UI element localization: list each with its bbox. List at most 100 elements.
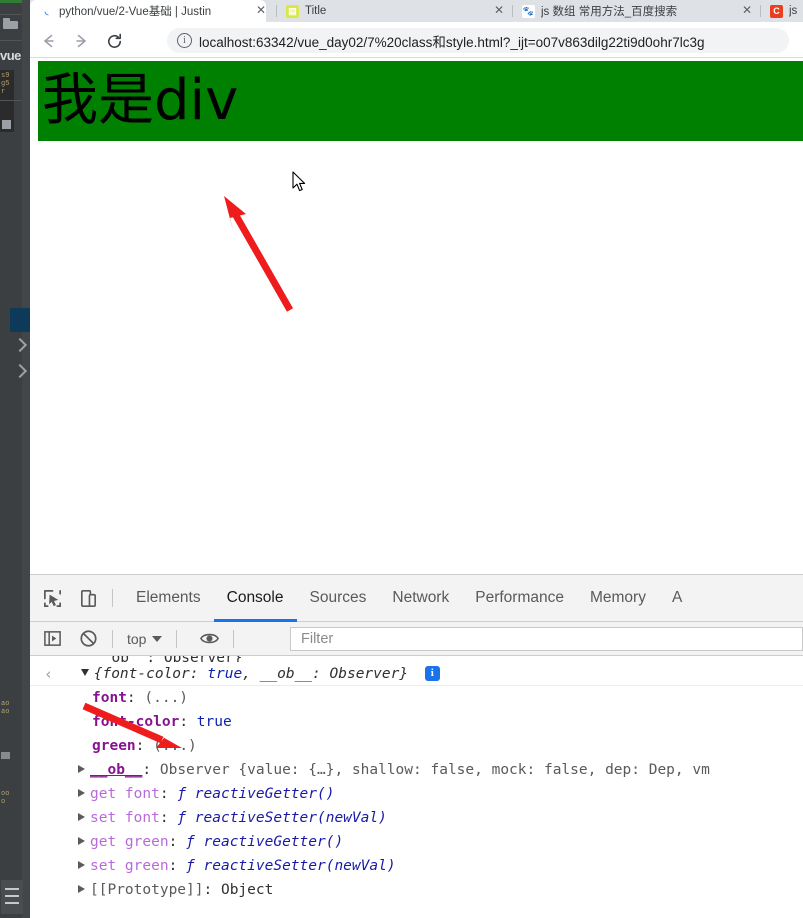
device-toolbar-button[interactable] — [74, 584, 102, 612]
console-info-badge[interactable]: i — [424, 666, 440, 681]
property-key: font — [92, 690, 127, 706]
ide-file-chip[interactable] — [2, 120, 11, 129]
annotation-arrow-1 — [224, 196, 294, 312]
property-value: Observer {value: {…}, shallow: false, mo… — [159, 762, 710, 778]
property-value[interactable]: (...) — [153, 738, 197, 754]
prototype-key: [[Prototype]] — [90, 882, 204, 898]
accessor-key: get font — [90, 786, 160, 802]
ide-project-label[interactable]: vue — [0, 48, 24, 63]
console-object-header[interactable]: ‹ {font-color: true, __ob__: Observer} i — [30, 662, 803, 686]
devtools-tab-elements[interactable]: Elements — [123, 575, 214, 622]
object-value-observer: Observer — [329, 666, 400, 682]
tab-close-button-3[interactable]: ✕ — [741, 4, 753, 17]
ide-top-accent — [0, 0, 22, 3]
expand-triangle-icon[interactable] — [78, 885, 85, 893]
tab-title: Title — [305, 5, 327, 17]
object-colon: : — [312, 666, 330, 682]
tab-close-button-1[interactable]: ✕ — [255, 4, 267, 17]
browser-tab-4[interactable]: C js — [770, 0, 803, 22]
forward-arrow-icon — [76, 34, 86, 48]
property-value: true — [196, 714, 232, 730]
ide-bottom-text: ooo — [1, 790, 10, 806]
tab-favicon-baidu-icon: 🐾 — [522, 4, 535, 18]
object-comma: , — [242, 666, 260, 682]
ide-divider — [0, 100, 22, 101]
devtools-tab-memory[interactable]: Memory — [577, 575, 659, 622]
object-key-ob: __ob__ — [259, 666, 313, 682]
console-filter-placeholder: Filter — [301, 631, 334, 647]
property-key: green — [92, 738, 136, 754]
console-accessor-row[interactable]: get font: ƒ reactiveGetter() — [30, 782, 803, 806]
console-property-row[interactable]: __ob__: Observer {value: {…}, shallow: f… — [30, 758, 803, 782]
accessor-value: ƒ reactiveGetter() — [177, 786, 335, 802]
console-context-selector[interactable]: top — [123, 631, 166, 647]
browser-tab-3[interactable]: 🐾 js 数组 常用方法_百度搜索 — [522, 0, 740, 22]
console-property-row[interactable]: green: (...) — [30, 734, 803, 758]
devtools-tab-console[interactable]: Console — [214, 575, 297, 622]
ide-selected-item[interactable] — [10, 308, 30, 332]
devtools-tab-network[interactable]: Network — [379, 575, 462, 622]
console-property-row[interactable]: font: (...) — [30, 686, 803, 710]
browser-tab-2[interactable]: ▤ Title — [286, 0, 496, 22]
device-toolbar-icon — [80, 589, 96, 607]
live-expression-button[interactable] — [195, 625, 223, 653]
console-filterbar: top Filter — [30, 622, 803, 656]
address-bar-url: localhost:63342/vue_day02/7%20class和styl… — [199, 34, 705, 50]
accessor-value: ƒ reactiveSetter(newVal) — [186, 858, 396, 874]
expand-triangle-icon[interactable] — [78, 765, 85, 773]
inspect-element-icon — [43, 589, 61, 607]
forward-button[interactable] — [70, 30, 92, 52]
site-info-icon[interactable]: i — [177, 33, 192, 48]
tab-separator — [276, 5, 277, 17]
tab-title: js 数组 常用方法_百度搜索 — [541, 6, 678, 18]
devtools-tab-sources[interactable]: Sources — [297, 575, 380, 622]
ide-menu-button[interactable] — [1, 880, 23, 914]
expand-triangle-icon[interactable] — [78, 813, 85, 821]
expand-triangle-icon[interactable] — [78, 861, 85, 869]
address-bar[interactable]: i localhost:63342/vue_day02/7%20class和st… — [167, 28, 789, 53]
ide-status-chip — [1, 752, 10, 759]
console-accessor-row[interactable]: get green: ƒ reactiveGetter() — [30, 830, 803, 854]
object-key-font-color: font-color — [102, 666, 190, 682]
browser-window: ◟ python/vue/2-Vue基础 | Justin ✕ ▤ Title … — [30, 0, 803, 918]
console-accessor-row[interactable]: set green: ƒ reactiveSetter(newVal) — [30, 854, 803, 878]
accessor-key: set green — [90, 858, 169, 874]
devtools-tab-performance[interactable]: Performance — [462, 575, 577, 622]
tab-close-button-2[interactable]: ✕ — [493, 4, 505, 17]
console-sidebar-button[interactable] — [38, 625, 66, 653]
accessor-key: set font — [90, 810, 160, 826]
inspect-element-button[interactable] — [38, 584, 66, 612]
prototype-value[interactable]: Object — [221, 882, 273, 898]
tab-separator — [512, 5, 513, 17]
expand-triangle-icon[interactable] — [80, 669, 89, 676]
devtools-tab-application[interactable]: A — [659, 575, 695, 622]
toolbar-separator — [233, 629, 235, 648]
property-value[interactable]: (...) — [144, 690, 188, 706]
browser-tab-1[interactable]: ◟ python/vue/2-Vue基础 | Justin — [30, 0, 266, 22]
rendered-div-text: 我是div — [42, 68, 239, 133]
tab-favicon-chrome-icon: ◟ — [40, 4, 53, 18]
property-key: font-color — [92, 714, 180, 730]
reload-button[interactable] — [103, 30, 125, 52]
reload-icon — [107, 33, 121, 48]
toolbar-separator — [112, 629, 113, 648]
tab-title: js — [789, 5, 798, 17]
browser-tabstrip: ◟ python/vue/2-Vue基础 | Justin ✕ ▤ Title … — [30, 0, 803, 22]
console-output[interactable]: __ob__: Observer} ‹ {font-color: true, _… — [30, 656, 803, 918]
expand-triangle-icon[interactable] — [78, 837, 85, 845]
console-context-label: top — [127, 630, 147, 647]
tab-separator — [760, 5, 761, 17]
toolbar-separator — [176, 629, 178, 648]
toolbar-separator — [112, 589, 113, 607]
ide-tree-text: s9g5r — [1, 72, 10, 96]
console-prototype-row[interactable]: [[Prototype]]: Object — [30, 878, 803, 902]
folder-icon[interactable] — [3, 18, 18, 29]
clear-console-icon — [79, 630, 97, 647]
console-property-row[interactable]: font-color: true — [30, 710, 803, 734]
console-accessor-row[interactable]: set font: ƒ reactiveSetter(newVal) — [30, 806, 803, 830]
clear-console-button[interactable] — [74, 625, 102, 653]
expand-triangle-icon[interactable] — [78, 789, 85, 797]
back-button[interactable] — [38, 30, 60, 52]
tab-favicon-image-icon: ▤ — [286, 4, 299, 18]
console-filter-input[interactable]: Filter — [290, 627, 803, 651]
